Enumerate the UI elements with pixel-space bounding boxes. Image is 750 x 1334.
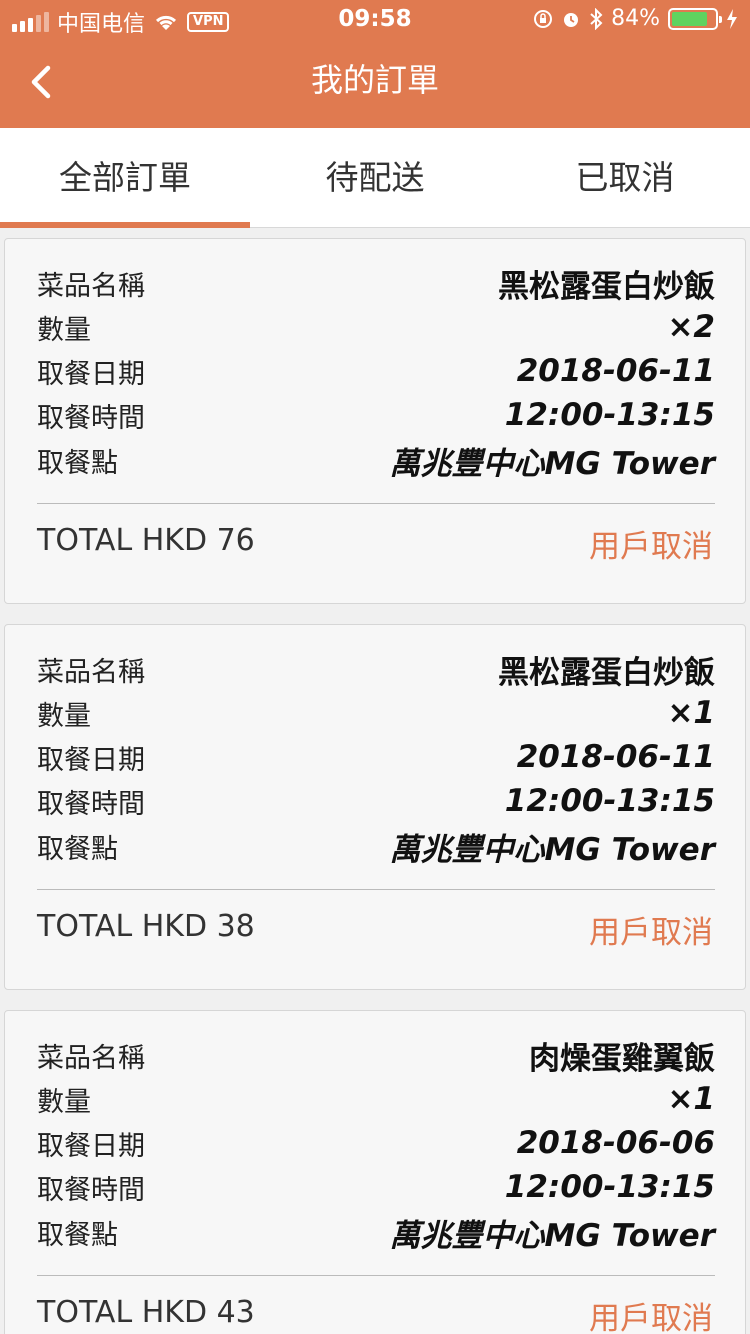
time-row: 取餐時間 12:00-13:15 [37, 1165, 715, 1209]
time-value: 12:00-13:15 [504, 783, 715, 819]
date-row: 取餐日期 2018-06-06 [37, 1121, 715, 1165]
date-row: 取餐日期 2018-06-11 [37, 349, 715, 393]
time-label: 取餐時間 [37, 788, 145, 820]
location-value: 萬兆豐中心MG Tower [389, 831, 715, 868]
dish-value: 黑松露蛋白炒飯 [498, 268, 715, 305]
tab-pending-delivery[interactable]: 待配送 [250, 128, 500, 228]
location-row: 取餐點 萬兆豐中心MG Tower [37, 824, 715, 868]
order-total: TOTAL HKD 43 [37, 1295, 255, 1330]
quantity-label: 數量 [37, 700, 91, 732]
cancel-status: 用戶取消 [589, 1301, 713, 1334]
status-bar: 中国电信 VPN 09:58 84% [0, 0, 750, 40]
time-value: 12:00-13:15 [504, 397, 715, 433]
quantity-label: 數量 [37, 1086, 91, 1118]
tab-cancelled[interactable]: 已取消 [500, 128, 750, 228]
time-row: 取餐時間 12:00-13:15 [37, 779, 715, 823]
dish-row: 菜品名稱 肉燥蛋雞翼飯 [37, 1033, 715, 1077]
order-total: TOTAL HKD 76 [37, 523, 255, 558]
page-title: 我的訂單 [310, 61, 439, 99]
date-row: 取餐日期 2018-06-11 [37, 735, 715, 779]
dish-label: 菜品名稱 [37, 656, 145, 688]
dish-label: 菜品名稱 [37, 270, 145, 302]
quantity-row: 數量 ×1 [37, 1077, 715, 1121]
location-label: 取餐點 [37, 833, 118, 865]
time-row: 取餐時間 12:00-13:15 [37, 393, 715, 437]
date-value: 2018-06-11 [516, 353, 715, 389]
order-card[interactable]: 菜品名稱 肉燥蛋雞翼飯 數量 ×1 取餐日期 2018-06-06 取餐時間 1… [4, 1010, 746, 1334]
alarm-icon [564, 12, 579, 27]
charging-icon [727, 8, 737, 29]
dish-value: 黑松露蛋白炒飯 [498, 654, 715, 691]
quantity-value: ×1 [667, 1081, 715, 1117]
divider [37, 889, 715, 890]
order-card[interactable]: 菜品名稱 黑松露蛋白炒飯 數量 ×2 取餐日期 2018-06-11 取餐時間 … [4, 238, 746, 604]
location-value: 萬兆豐中心MG Tower [389, 445, 715, 482]
divider [37, 1275, 715, 1276]
divider [37, 503, 715, 504]
cancel-status: 用戶取消 [589, 915, 713, 951]
dish-row: 菜品名稱 黑松露蛋白炒飯 [37, 261, 715, 305]
bluetooth-icon [590, 7, 603, 30]
date-value: 2018-06-06 [516, 1125, 715, 1161]
order-tabs: 全部訂單 待配送 已取消 [0, 128, 750, 228]
header-bar: 中国电信 VPN 09:58 84% 我的訂單 [0, 0, 750, 128]
location-value: 萬兆豐中心MG Tower [389, 1217, 715, 1254]
quantity-row: 數量 ×1 [37, 691, 715, 735]
quantity-value: ×2 [667, 309, 715, 345]
date-value: 2018-06-11 [516, 739, 715, 775]
time-label: 取餐時間 [37, 402, 145, 434]
battery-percent: 84% [611, 6, 660, 31]
dish-label: 菜品名稱 [37, 1042, 145, 1074]
location-row: 取餐點 萬兆豐中心MG Tower [37, 1210, 715, 1254]
order-list: 菜品名稱 黑松露蛋白炒飯 數量 ×2 取餐日期 2018-06-11 取餐時間 … [4, 238, 746, 1334]
date-label: 取餐日期 [37, 1130, 145, 1162]
time-label: 取餐時間 [37, 1174, 145, 1206]
time-value: 12:00-13:15 [504, 1169, 715, 1205]
quantity-label: 數量 [37, 314, 91, 346]
date-label: 取餐日期 [37, 744, 145, 776]
location-row: 取餐點 萬兆豐中心MG Tower [37, 438, 715, 482]
quantity-value: ×1 [667, 695, 715, 731]
battery-fill [672, 11, 708, 26]
location-label: 取餐點 [37, 1219, 118, 1251]
orientation-lock-icon [534, 9, 553, 28]
status-right: 84% [533, 6, 738, 31]
location-label: 取餐點 [37, 447, 118, 479]
tab-all-orders[interactable]: 全部訂單 [0, 128, 250, 228]
cancel-status: 用戶取消 [589, 529, 713, 565]
order-total: TOTAL HKD 38 [37, 909, 255, 944]
battery-icon [668, 7, 722, 30]
dish-value: 肉燥蛋雞翼飯 [529, 1040, 715, 1077]
dish-row: 菜品名稱 黑松露蛋白炒飯 [37, 647, 715, 691]
order-card[interactable]: 菜品名稱 黑松露蛋白炒飯 數量 ×1 取餐日期 2018-06-11 取餐時間 … [4, 624, 746, 990]
quantity-row: 數量 ×2 [37, 305, 715, 349]
date-label: 取餐日期 [37, 358, 145, 390]
